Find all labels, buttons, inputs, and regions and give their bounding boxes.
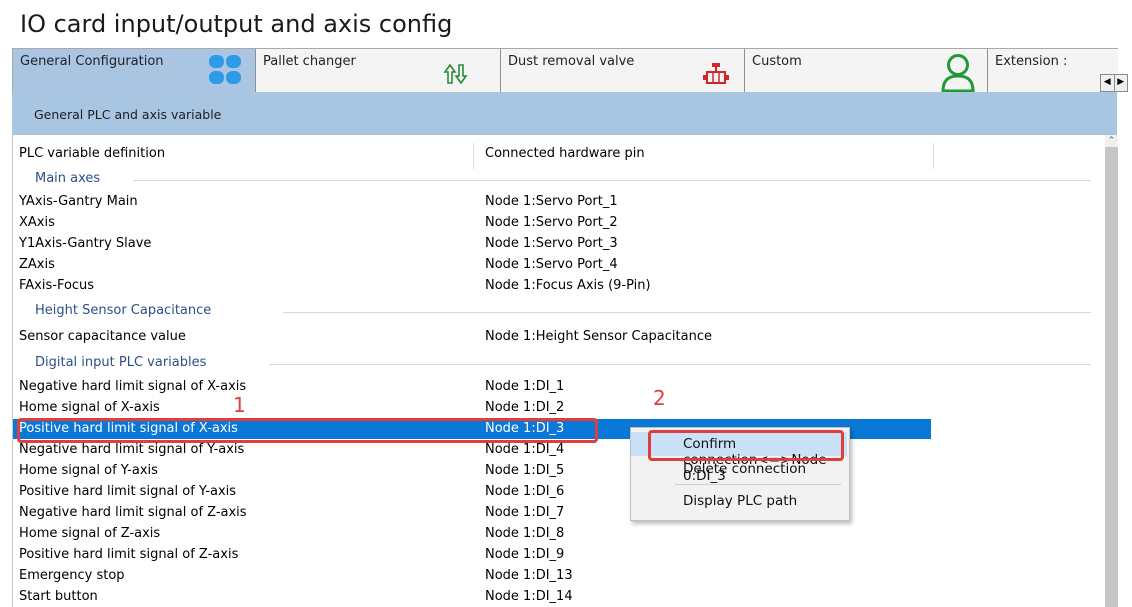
annotation-number-1: 1 (233, 393, 246, 417)
row-pin: Node 1:DI_7 (485, 505, 565, 520)
four-petal-icon (207, 54, 243, 90)
row-pin: Node 1:DI_5 (485, 463, 565, 478)
scroll-up-icon[interactable]: ⌃ (1105, 135, 1118, 147)
tab-label: Pallet changer (263, 54, 356, 69)
row-variable: FAxis-Focus (19, 278, 95, 293)
table-row[interactable]: ZAxis Node 1:Servo Port_4 (13, 255, 1093, 275)
table-row[interactable]: Y1Axis-Gantry Slave Node 1:Servo Port_3 (13, 234, 1093, 254)
row-pin: Node 1:Servo Port_1 (485, 194, 618, 209)
table-row[interactable]: Negative hard limit signal of X-axis Nod… (13, 377, 1093, 397)
row-pin: Node 1:DI_9 (485, 547, 565, 562)
scrollbar-thumb[interactable] (1105, 147, 1118, 607)
row-pin: Node 1:DI_4 (485, 442, 565, 457)
annotation-number-2: 2 (653, 386, 666, 410)
row-variable: XAxis (19, 215, 55, 230)
table-row[interactable]: YAxis-Gantry Main Node 1:Servo Port_1 (13, 192, 1093, 212)
tab-pallet-changer[interactable]: Pallet changer (256, 49, 501, 92)
row-pin: Node 1:DI_8 (485, 526, 565, 541)
row-variable: Home signal of Y-axis (19, 463, 158, 478)
tab-label: Custom (752, 54, 802, 69)
group-header[interactable]: Digital input PLC variables (13, 353, 1091, 373)
table-row[interactable]: Home signal of Y-axis Node 1:DI_5 (13, 461, 1093, 481)
section-banner: General PLC and axis variable (12, 92, 1117, 135)
annotation-box-2 (648, 430, 844, 461)
header-hardware-pin[interactable]: Connected hardware pin (485, 146, 645, 161)
header-plc-variable[interactable]: PLC variable definition (19, 146, 165, 161)
tab-bar: General Configuration Pallet changer Dus… (12, 48, 1128, 93)
table-row[interactable]: Start button Node 1:DI_14 (13, 587, 1093, 607)
table-row[interactable]: Home signal of X-axis Node 1:DI_2 (13, 398, 1093, 418)
table-row[interactable]: Positive hard limit signal of Y-axis Nod… (13, 482, 1093, 502)
row-pin: Node 1:Servo Port_3 (485, 236, 618, 251)
table-row[interactable]: Sensor capacitance value Node 1:Height S… (13, 327, 1093, 347)
tab-general-configuration[interactable]: General Configuration (13, 49, 256, 92)
group-header[interactable]: Main axes (13, 169, 1091, 189)
row-pin: Node 1:DI_13 (485, 568, 573, 583)
row-pin: Node 1:Focus Axis (9-Pin) (485, 278, 651, 293)
row-variable: Y1Axis-Gantry Slave (19, 236, 152, 251)
group-label: Height Sensor Capacitance (35, 303, 218, 318)
row-variable: Positive hard limit signal of Y-axis (19, 484, 237, 499)
tab-scroll-buttons: ◀ ▶ (1100, 74, 1128, 92)
table-row[interactable]: XAxis Node 1:Servo Port_2 (13, 213, 1093, 233)
row-variable: Home signal of Z-axis (19, 526, 161, 541)
user-icon (938, 52, 978, 96)
menu-item-display-plc-path[interactable]: Display PLC path (631, 489, 847, 513)
table-row[interactable]: Negative hard limit signal of Z-axis Nod… (13, 503, 1093, 523)
tab-custom[interactable]: Custom (745, 49, 988, 93)
row-variable: Negative hard limit signal of Z-axis (19, 505, 247, 520)
table-row[interactable]: Positive hard limit signal of Z-axis Nod… (13, 545, 1093, 565)
row-variable: Positive hard limit signal of Z-axis (19, 547, 239, 562)
table-row[interactable]: Home signal of Z-axis Node 1:DI_8 (13, 524, 1093, 544)
valve-icon (703, 62, 729, 90)
window-title: IO card input/output and axis config (20, 10, 453, 38)
tab-dust-removal-valve[interactable]: Dust removal valve (501, 49, 745, 92)
tab-label: General Configuration (20, 54, 164, 69)
table-row[interactable]: Negative hard limit signal of Y-axis Nod… (13, 440, 1093, 460)
row-pin: Node 1:Servo Port_2 (485, 215, 618, 230)
pallet-icon (443, 62, 469, 90)
row-variable: Home signal of X-axis (19, 400, 160, 415)
group-label: Main axes (35, 171, 107, 186)
table-row[interactable]: FAxis-Focus Node 1:Focus Axis (9-Pin) (13, 276, 1093, 296)
group-header[interactable]: Height Sensor Capacitance (13, 301, 1091, 321)
row-variable: YAxis-Gantry Main (19, 194, 138, 209)
row-pin: Node 1:Servo Port_4 (485, 257, 618, 272)
row-pin: Node 1:DI_14 (485, 589, 573, 604)
banner-label: General PLC and axis variable (34, 107, 222, 122)
variable-grid: PLC variable definition Connected hardwa… (12, 135, 1118, 607)
row-variable: Negative hard limit signal of Y-axis (19, 442, 245, 457)
menu-item-label: Delete connection (683, 461, 807, 477)
tab-label: Extension : (995, 54, 1068, 69)
tab-extension[interactable]: Extension : (988, 49, 1118, 92)
group-label: Digital input PLC variables (35, 355, 213, 370)
row-pin: Node 1:DI_1 (485, 379, 565, 394)
tab-label: Dust removal valve (508, 54, 635, 69)
row-pin: Node 1:DI_6 (485, 484, 565, 499)
row-variable: Negative hard limit signal of X-axis (19, 379, 247, 394)
row-pin: Node 1:Height Sensor Capacitance (485, 329, 712, 344)
annotation-box-1 (17, 418, 598, 443)
vertical-scrollbar[interactable]: ⌃ (1105, 135, 1118, 607)
row-variable: ZAxis (19, 257, 55, 272)
table-row[interactable]: Emergency stop Node 1:DI_13 (13, 566, 1093, 586)
row-variable: Sensor capacitance value (19, 329, 186, 344)
menu-item-label: Display PLC path (683, 493, 798, 509)
row-variable: Emergency stop (19, 568, 125, 583)
grid-header: PLC variable definition Connected hardwa… (13, 143, 1105, 169)
tab-scroll-right-icon[interactable]: ▶ (1115, 75, 1128, 91)
row-pin: Node 1:DI_2 (485, 400, 565, 415)
menu-separator (675, 484, 841, 485)
tab-scroll-left-icon[interactable]: ◀ (1101, 75, 1115, 91)
row-variable: Start button (19, 589, 98, 604)
